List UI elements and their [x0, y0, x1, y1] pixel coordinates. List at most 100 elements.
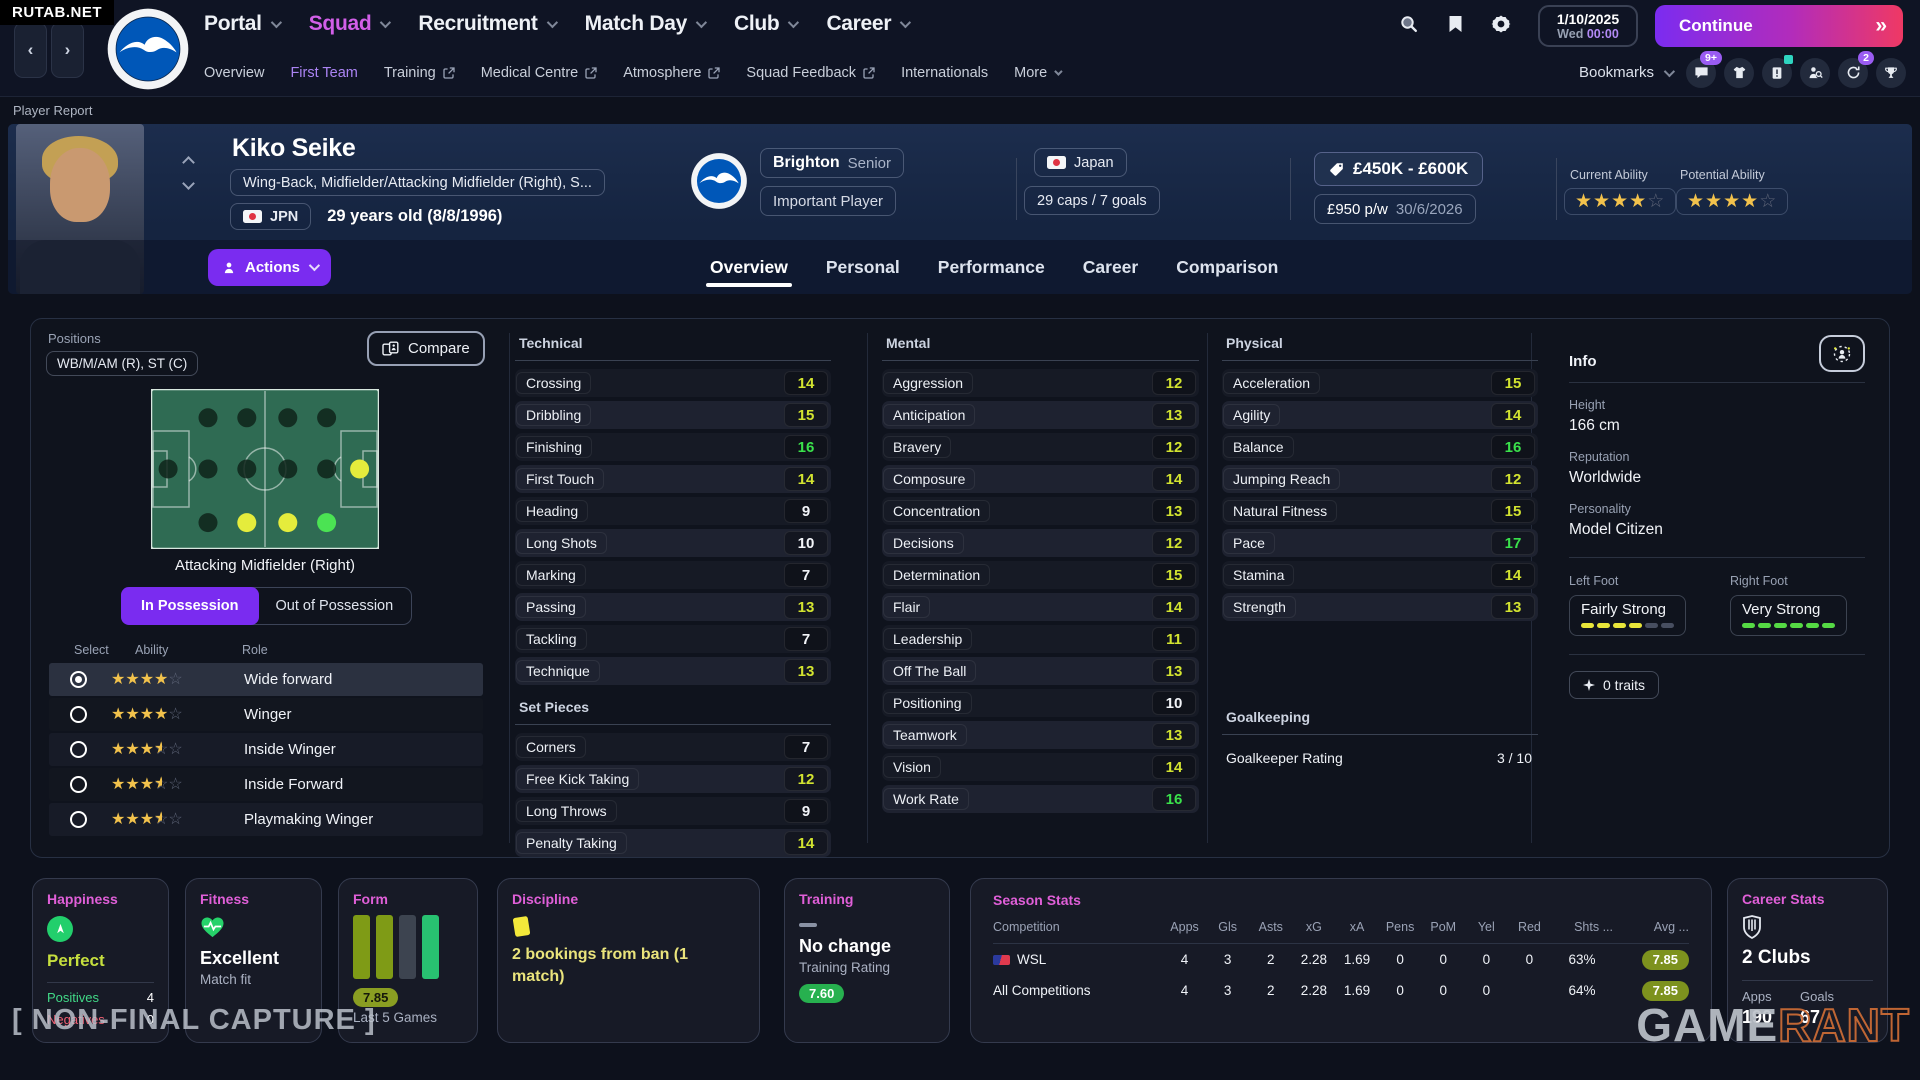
- divider: [47, 982, 154, 983]
- brighton-club-crest-small[interactable]: [690, 152, 748, 210]
- attribute-analyser-icon-button[interactable]: [1819, 335, 1865, 372]
- report-icon[interactable]: [1762, 58, 1792, 88]
- toggle-out-of-possession[interactable]: Out of Possession: [258, 588, 412, 624]
- role-radio[interactable]: [70, 741, 87, 758]
- history-forward-button[interactable]: ›: [51, 22, 84, 78]
- attribute-row-corners: Corners7: [515, 733, 831, 761]
- subnav-right-group: Bookmarks 9+ 2: [1579, 48, 1906, 97]
- attribute-value: 15: [1152, 563, 1196, 587]
- transfer-value-pill[interactable]: £450K - £600K: [1314, 152, 1483, 186]
- season-stat-cell: 2.28: [1292, 952, 1335, 967]
- role-row-inside-forward[interactable]: ★★★★☆☆Inside Forward: [49, 768, 483, 801]
- role-row-wide-forward[interactable]: ★★★★☆Wide forward: [49, 663, 483, 696]
- attribute-row-heading: Heading9: [515, 497, 831, 525]
- continue-button[interactable]: Continue »: [1655, 5, 1903, 47]
- main-nav-career[interactable]: Career: [826, 12, 908, 36]
- bookmarks-menu[interactable]: Bookmarks: [1579, 64, 1672, 81]
- club-squad-pill[interactable]: BrightonSenior: [760, 148, 904, 178]
- happiness-icon: [47, 916, 73, 942]
- role-ability-stars: ★★★★☆: [111, 706, 223, 724]
- attribute-name: Strength: [1223, 596, 1296, 618]
- brighton-club-crest[interactable]: [106, 7, 190, 91]
- main-nav-squad[interactable]: Squad: [309, 12, 389, 36]
- attribute-name: First Touch: [516, 468, 604, 490]
- subnav-item-medical-centre[interactable]: Medical Centre: [481, 65, 598, 81]
- main-nav-club[interactable]: Club: [734, 12, 796, 36]
- role-row-inside-winger[interactable]: ★★★★☆☆Inside Winger: [49, 733, 483, 766]
- bookmark-icon[interactable]: [1444, 13, 1466, 35]
- happiness-status: Perfect: [47, 951, 154, 971]
- attribute-row-technique: Technique13: [515, 657, 831, 685]
- date-day-time: Wed 00:00: [1557, 27, 1619, 41]
- season-stat-cell: 0: [1508, 952, 1551, 967]
- role-row-playmaking-winger[interactable]: ★★★★☆☆Playmaking Winger: [49, 803, 483, 836]
- role-row-winger[interactable]: ★★★★☆Winger: [49, 698, 483, 731]
- subnav-item-first-team[interactable]: First Team: [290, 65, 357, 81]
- game-date[interactable]: 1/10/2025 Wed 00:00: [1538, 5, 1638, 47]
- toggle-in-possession[interactable]: In Possession: [121, 587, 259, 625]
- main-nav-match-day[interactable]: Match Day: [585, 12, 704, 36]
- search-icon[interactable]: [1398, 13, 1420, 35]
- role-radio[interactable]: [70, 706, 87, 723]
- kit-icon[interactable]: [1724, 58, 1754, 88]
- messages-icon[interactable]: 9+: [1686, 58, 1716, 88]
- compare-button[interactable]: Compare: [367, 331, 485, 366]
- attribute-row-crossing: Crossing14: [515, 369, 831, 397]
- nation-pill[interactable]: Japan: [1034, 148, 1127, 177]
- tab-performance[interactable]: Performance: [938, 240, 1045, 294]
- info-section: Info Height166 cmReputationWorldwidePers…: [1531, 319, 1891, 857]
- tab-overview[interactable]: Overview: [710, 240, 788, 294]
- main-nav-recruitment[interactable]: Recruitment: [418, 12, 554, 36]
- fitness-title: Fitness: [200, 891, 307, 907]
- season-stat-cell: 63%: [1551, 952, 1613, 967]
- wsl-competition-icon: [993, 955, 1010, 965]
- wage-contract-pill[interactable]: £950 p/w30/6/2026: [1314, 194, 1476, 224]
- left-foot-label: Left Foot: [1569, 574, 1686, 588]
- external-link-icon: [863, 67, 875, 79]
- main-nav-portal[interactable]: Portal: [204, 12, 279, 36]
- attr-rows: Aggression12Anticipation13Bravery12Compo…: [882, 369, 1199, 813]
- subnav-item-more[interactable]: More: [1014, 65, 1060, 81]
- attribute-row-long-shots: Long Shots10: [515, 529, 831, 557]
- traits-button[interactable]: 0 traits: [1569, 671, 1659, 699]
- right-foot-meter: [1742, 623, 1835, 628]
- sync-icon[interactable]: 2: [1838, 58, 1868, 88]
- tab-career[interactable]: Career: [1083, 240, 1138, 294]
- trophy-icon[interactable]: [1876, 58, 1906, 88]
- subnav-item-squad-feedback[interactable]: Squad Feedback: [746, 65, 875, 81]
- attribute-row-acceleration: Acceleration15: [1222, 369, 1538, 397]
- gear-icon[interactable]: [1490, 13, 1512, 35]
- attr-section-title-set-pieces: Set Pieces: [515, 699, 831, 725]
- top-navigation-bar: ‹ › Portal Squad Recruitment Match Day Club C…: [0, 0, 1920, 97]
- subnav-item-training[interactable]: Training: [384, 65, 455, 81]
- foot-strength-dash: [1758, 623, 1771, 628]
- chevron-up-icon[interactable]: [182, 156, 195, 169]
- chevron-down-icon[interactable]: [182, 177, 195, 190]
- role-radio[interactable]: [70, 671, 87, 688]
- season-col-pom: PoM: [1422, 920, 1465, 934]
- notification-dot: [1784, 55, 1793, 64]
- divider: [1207, 333, 1208, 843]
- subnav-item-atmosphere[interactable]: Atmosphere: [623, 65, 720, 81]
- squad-status-pill[interactable]: Important Player: [760, 186, 896, 216]
- player-positions-summary[interactable]: Wing-Back, Midfielder/Attacking Midfield…: [230, 169, 605, 196]
- season-stat-cell: 4: [1163, 952, 1206, 967]
- divider: [1016, 158, 1017, 220]
- attribute-row-composure: Composure14: [882, 465, 1199, 493]
- player-age: 29 years old (8/8/1996): [327, 207, 502, 226]
- subnav-item-overview[interactable]: Overview: [204, 65, 264, 81]
- tab-comparison[interactable]: Comparison: [1176, 240, 1278, 294]
- nationality-pill[interactable]: JPN: [230, 203, 311, 230]
- tab-personal[interactable]: Personal: [826, 240, 900, 294]
- scouting-icon[interactable]: [1800, 58, 1830, 88]
- subnav-item-internationals[interactable]: Internationals: [901, 65, 988, 81]
- chevron-down-icon: [380, 17, 391, 28]
- attribute-value: 16: [1491, 435, 1535, 459]
- role-radio[interactable]: [70, 776, 87, 793]
- positions-title: Positions: [48, 331, 101, 346]
- history-back-button[interactable]: ‹: [14, 22, 47, 78]
- chevron-down-icon: [900, 17, 911, 28]
- caps-goals-pill[interactable]: 29 caps / 7 goals: [1024, 186, 1160, 215]
- actions-button[interactable]: Actions: [208, 249, 331, 286]
- role-radio[interactable]: [70, 811, 87, 828]
